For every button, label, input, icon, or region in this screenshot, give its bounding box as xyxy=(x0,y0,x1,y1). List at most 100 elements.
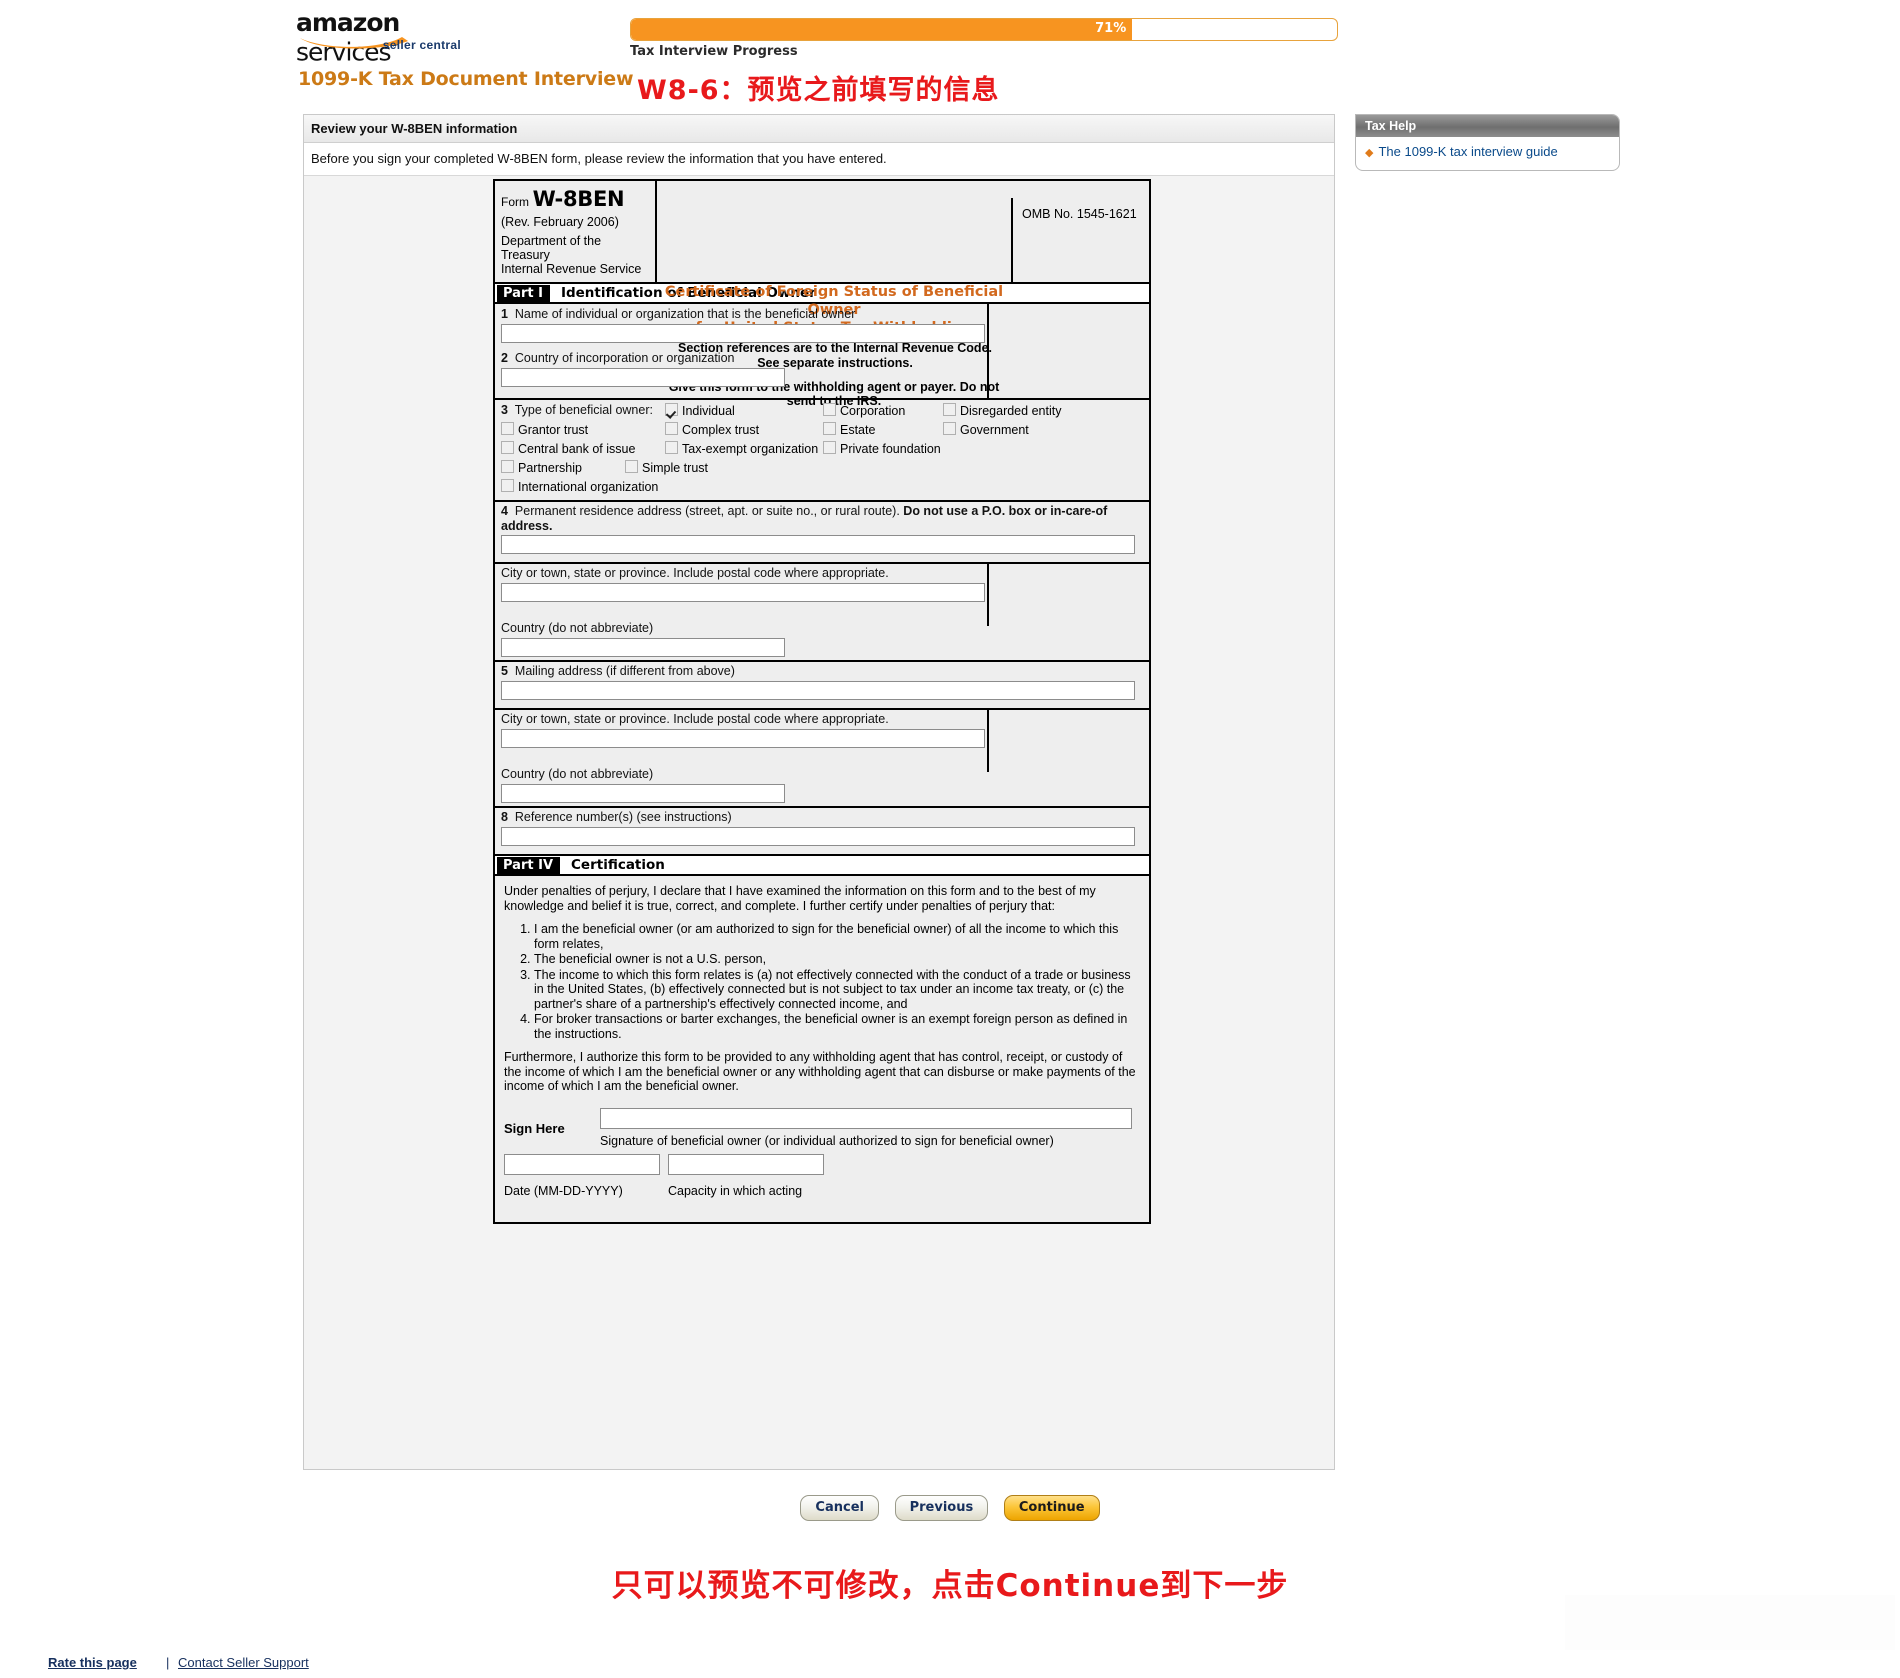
form-header-right: OMB No. 1545-1621 xyxy=(1011,198,1149,282)
checkbox-disregarded-entity[interactable]: Disregarded entity xyxy=(943,403,1061,418)
mailing-country-input[interactable] xyxy=(501,784,785,803)
part-4-name: Certification xyxy=(571,857,665,873)
form-header-left: Form W-8BEN (Rev. February 2006) Departm… xyxy=(495,181,657,282)
form-line-8-box: 8 Reference number(s) (see instructions) xyxy=(495,808,1149,856)
permanent-city-label: City or town, state or province. Include… xyxy=(501,566,889,580)
page-title: 1099-K Tax Document Interview xyxy=(298,68,634,90)
mailing-city-input[interactable] xyxy=(501,729,985,748)
checkbox-complex-trust-box[interactable] xyxy=(665,422,678,435)
diamond-bullet-icon: ◆ xyxy=(1365,147,1374,159)
logo-amazon-text: amazon xyxy=(296,8,400,37)
footer-separator: | xyxy=(166,1655,170,1670)
permanent-country-label: Country (do not abbreviate) xyxy=(501,621,654,635)
checkbox-disregarded-entity-box[interactable] xyxy=(943,403,956,416)
panel-intro-text: Before you sign your completed W-8BEN fo… xyxy=(304,143,1334,176)
rate-this-page-link[interactable]: Rate this page xyxy=(48,1655,137,1670)
tax-help-list-item[interactable]: ◆ The 1099-K tax interview guide xyxy=(1365,144,1610,159)
progress-caption: Tax Interview Progress xyxy=(630,44,798,59)
form-line-4-box: 4 Permanent residence address (street, a… xyxy=(495,502,1149,564)
reference-number-input[interactable] xyxy=(501,827,1135,846)
checkbox-estate[interactable]: Estate xyxy=(823,422,875,437)
checkbox-corporation-box[interactable] xyxy=(823,403,836,416)
watermark-block xyxy=(1565,1595,1895,1650)
form-line-4-city-country-box: City or town, state or province. Include… xyxy=(495,564,1149,662)
sign-here-label: Sign Here xyxy=(504,1120,565,1136)
progress-bar-fill: 71% xyxy=(631,19,1133,40)
checkbox-individual-box[interactable] xyxy=(665,403,678,416)
country-of-incorporation-input[interactable] xyxy=(501,368,785,387)
checkbox-complex-trust[interactable]: Complex trust xyxy=(665,422,759,437)
tax-help-title: Tax Help xyxy=(1356,115,1619,137)
form-line-3-box: 3 Type of beneficial owner: Individual C… xyxy=(495,400,1149,502)
checkbox-partnership[interactable]: Partnership xyxy=(501,460,582,475)
certification-body: Under penalties of perjury, I declare th… xyxy=(495,876,1149,1222)
tax-help-body: ◆ The 1099-K tax interview guide xyxy=(1356,137,1619,170)
contact-seller-support-link[interactable]: Contact Seller Support xyxy=(178,1655,309,1670)
checkbox-central-bank-of-issue[interactable]: Central bank of issue xyxy=(501,441,635,456)
form-line-2-label: 2 Country of incorporation or organizati… xyxy=(501,351,735,365)
checkbox-international-organization[interactable]: International organization xyxy=(501,479,658,494)
progress-percent-label: 71% xyxy=(1095,21,1127,36)
continue-button[interactable]: Continue xyxy=(1003,1495,1100,1521)
signature-input[interactable] xyxy=(600,1107,1132,1129)
checkbox-international-org-box[interactable] xyxy=(501,479,514,492)
certification-item: The beneficial owner is not a U.S. perso… xyxy=(534,952,1140,967)
checkbox-partnership-box[interactable] xyxy=(501,460,514,473)
checkbox-government[interactable]: Government xyxy=(943,422,1029,437)
checkbox-government-box[interactable] xyxy=(943,422,956,435)
permanent-address-input[interactable] xyxy=(501,535,1135,554)
checkbox-corporation[interactable]: Corporation xyxy=(823,403,905,418)
checkbox-grantor-trust[interactable]: Grantor trust xyxy=(501,422,588,437)
checkbox-simple-trust-box[interactable] xyxy=(625,460,638,473)
tax-help-panel: Tax Help ◆ The 1099-K tax interview guide xyxy=(1355,114,1620,171)
form-number: W-8BEN xyxy=(532,187,625,211)
cancel-button[interactable]: Cancel xyxy=(800,1495,879,1521)
checkbox-grantor-trust-box[interactable] xyxy=(501,422,514,435)
certification-preamble: Under penalties of perjury, I declare th… xyxy=(504,884,1096,913)
certification-list: I am the beneficial owner (or am authori… xyxy=(504,922,1140,1041)
checkbox-tax-exempt-box[interactable] xyxy=(665,441,678,454)
form-line-5-city-country-box: City or town, state or province. Include… xyxy=(495,710,1149,808)
omb-number: OMB No. 1545-1621 xyxy=(1022,207,1137,221)
form-revision: (Rev. February 2006) xyxy=(501,215,619,229)
form-line-8-label: 8 Reference number(s) (see instructions) xyxy=(501,810,732,824)
date-input[interactable] xyxy=(504,1153,660,1175)
tax-interview-guide-link[interactable]: The 1099-K tax interview guide xyxy=(1378,144,1557,159)
beneficial-owner-name-input[interactable] xyxy=(501,324,985,343)
checkbox-private-foundation-box[interactable] xyxy=(823,441,836,454)
mailing-address-input[interactable] xyxy=(501,681,1135,700)
checkbox-simple-trust[interactable]: Simple trust xyxy=(625,460,708,475)
form-line-1-2-box: 1 Name of individual or organization tha… xyxy=(495,304,1149,400)
panel-title: Review your W-8BEN information xyxy=(304,115,1334,143)
checkbox-private-foundation[interactable]: Private foundation xyxy=(823,441,941,456)
mailing-city-label: City or town, state or province. Include… xyxy=(501,712,889,726)
permanent-country-input[interactable] xyxy=(501,638,785,657)
tax-interview-progress: 71% Tax Interview Progress xyxy=(630,18,1340,59)
checkbox-central-bank-box[interactable] xyxy=(501,441,514,454)
mailing-country-label: Country (do not abbreviate) xyxy=(501,767,654,781)
w8ben-form-preview: Form W-8BEN (Rev. February 2006) Departm… xyxy=(493,179,1151,1224)
checkbox-estate-box[interactable] xyxy=(823,422,836,435)
form-header-center: Certificate of Foreign Status of Benefic… xyxy=(657,181,1011,408)
amazon-services-logo: amazon services™ seller central xyxy=(296,8,461,65)
form-agency: Internal Revenue Service xyxy=(501,262,642,276)
form-word: Form xyxy=(501,195,529,209)
previous-button[interactable]: Previous xyxy=(894,1495,989,1521)
form-header: Form W-8BEN (Rev. February 2006) Departm… xyxy=(495,181,1149,408)
certification-item: The income to which this form relates is… xyxy=(534,968,1140,1012)
annotation-top: W8-6：预览之前填写的信息 xyxy=(637,75,1000,106)
page-header: amazon services™ seller central 1099-K T… xyxy=(0,0,1900,110)
permanent-city-input[interactable] xyxy=(501,583,985,602)
logo-seller-central-text: seller central xyxy=(382,38,461,52)
date-label: Date (MM-DD-YYYY) xyxy=(504,1183,623,1198)
part-4-tag: Part IV xyxy=(497,857,561,874)
checkbox-individual[interactable]: Individual xyxy=(665,403,735,418)
progress-bar-track: 71% xyxy=(630,18,1338,41)
checkbox-tax-exempt-organization[interactable]: Tax-exempt organization xyxy=(665,441,818,456)
form-line-3-label: 3 Type of beneficial owner: xyxy=(501,403,653,417)
form-identity: Form W-8BEN xyxy=(501,187,649,211)
form-line-1-label: 1 Name of individual or organization tha… xyxy=(501,307,856,321)
capacity-label: Capacity in which acting xyxy=(668,1183,803,1198)
signature-caption: Signature of beneficial owner (or indivi… xyxy=(600,1133,1054,1148)
capacity-input[interactable] xyxy=(668,1153,824,1175)
